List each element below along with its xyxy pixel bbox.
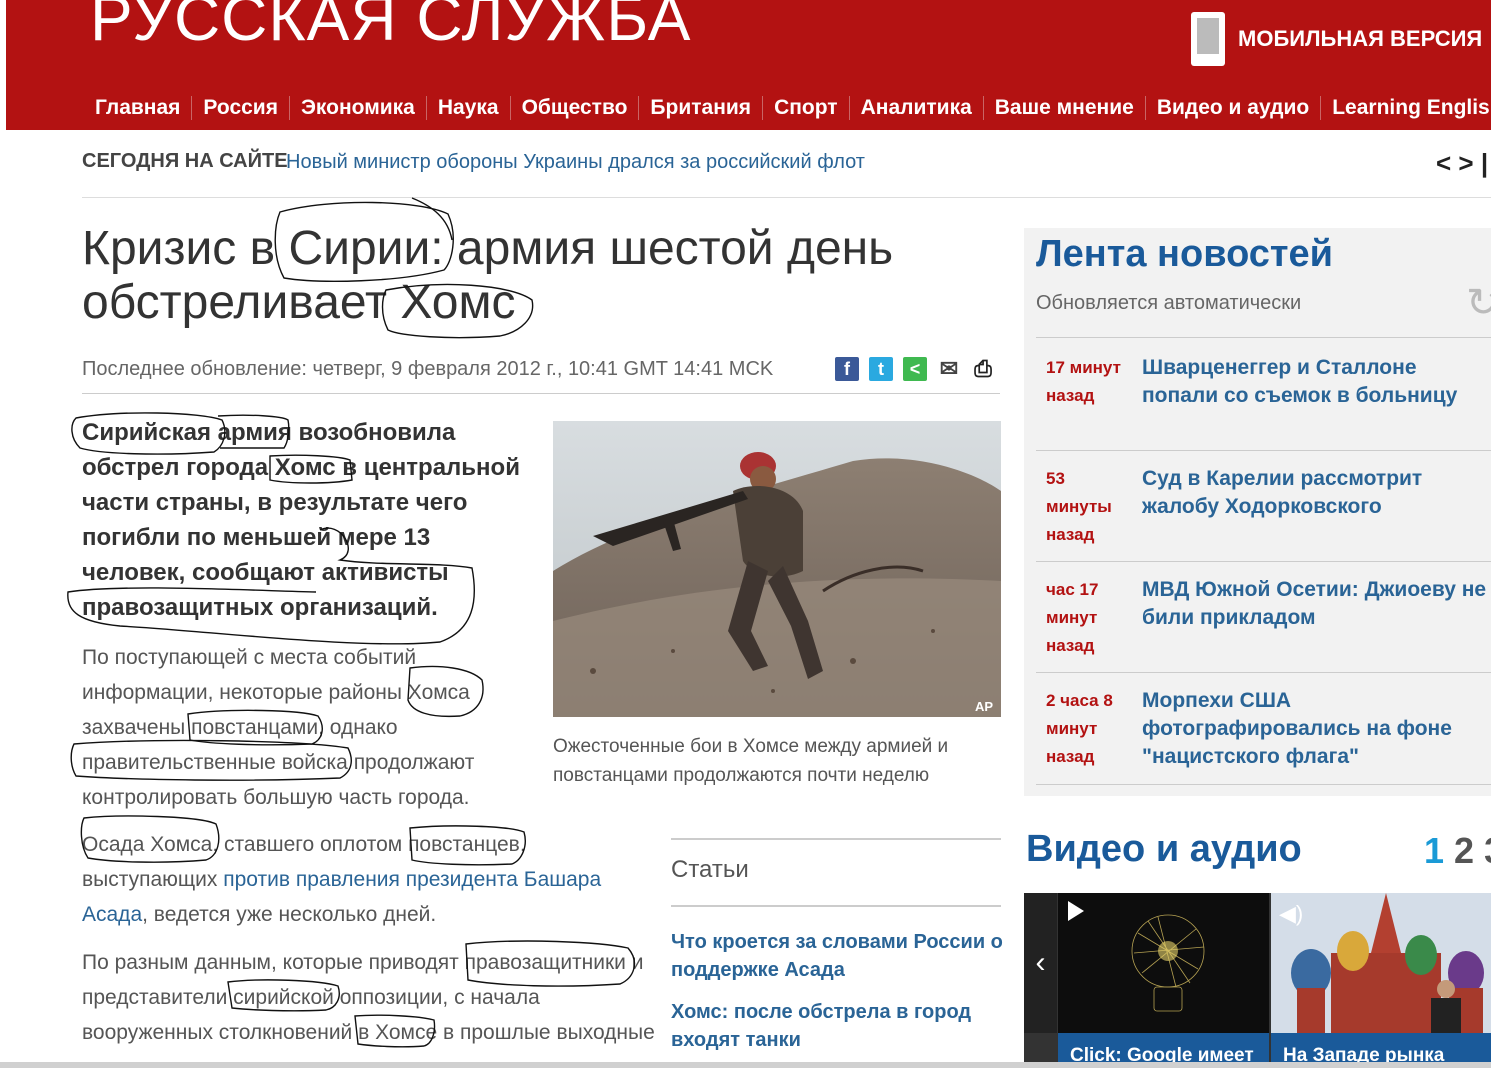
articles-heading: Статьи	[671, 856, 749, 883]
page-2-link[interactable]: 2	[1454, 830, 1474, 871]
news-feed-title[interactable]: Лента новостей	[1036, 233, 1333, 276]
news-feed-headline[interactable]: Морпехи США фотографировались на фоне "н…	[1142, 687, 1487, 771]
photo-credit: AP	[975, 699, 993, 714]
divider	[1036, 784, 1491, 785]
page-3-link[interactable]: 3	[1484, 830, 1491, 871]
lightbulb-thumbnail-image	[1058, 893, 1269, 1033]
divider	[671, 838, 1001, 840]
kremlin-thumbnail-image	[1271, 893, 1491, 1033]
video-pagination: 1 2 3	[1424, 830, 1491, 872]
video-thumbnail[interactable]	[1058, 893, 1269, 1033]
related-article-link[interactable]: Хомс: после обстрела в город входят танк…	[671, 998, 1006, 1054]
news-feed-item[interactable]: 2 часа 8 минут назад Морпехи США фотогра…	[1036, 687, 1491, 787]
refresh-icon[interactable]: ↻	[1466, 280, 1491, 326]
related-article-link[interactable]: Что кроется за словами России о поддержк…	[671, 928, 1006, 984]
play-icon[interactable]	[1068, 901, 1084, 921]
news-feed-headline[interactable]: МВД Южной Осетии: Джиоеву не били прикла…	[1142, 576, 1487, 632]
page-1-link[interactable]: 1	[1424, 830, 1444, 871]
news-feed-item[interactable]: 17 минут назад Шварценеггер и Сталлоне п…	[1036, 354, 1491, 444]
news-feed-headline[interactable]: Шварценеггер и Сталлоне попали со съемок…	[1142, 354, 1487, 410]
news-feed-item[interactable]: 53 минуты назад Суд в Карелии рассмотрит…	[1036, 465, 1491, 560]
audio-thumbnail[interactable]: ◀)	[1271, 893, 1491, 1033]
divider	[1036, 561, 1491, 562]
fighter-photo-image: AP	[553, 421, 1001, 717]
carousel-prev-button[interactable]: ‹	[1024, 893, 1057, 1033]
news-feed-item[interactable]: час 17 минут назад МВД Южной Осетии: Джи…	[1036, 576, 1491, 671]
photo-caption: Ожесточенные бои в Хомсе между армией и …	[553, 736, 949, 786]
video-audio-title[interactable]: Видео и аудио	[1026, 828, 1302, 871]
divider	[1036, 337, 1491, 338]
divider	[1036, 672, 1491, 673]
news-feed-time: час 17 минут назад	[1046, 580, 1099, 655]
news-feed-subtitle: Обновляется автоматически	[1036, 292, 1302, 314]
horizontal-scrollbar[interactable]	[0, 1062, 1491, 1068]
divider	[1036, 450, 1491, 451]
news-feed-time: 53 минуты назад	[1046, 469, 1112, 544]
news-feed-headline[interactable]: Суд в Карелии рассмотрит жалобу Ходорков…	[1142, 465, 1487, 521]
article-photo[interactable]: AP	[553, 421, 1001, 717]
speaker-icon[interactable]: ◀)	[1279, 901, 1303, 927]
news-feed-time: 2 часа 8 минут назад	[1046, 691, 1113, 766]
divider	[671, 905, 1001, 907]
news-feed-time: 17 минут назад	[1046, 358, 1121, 405]
